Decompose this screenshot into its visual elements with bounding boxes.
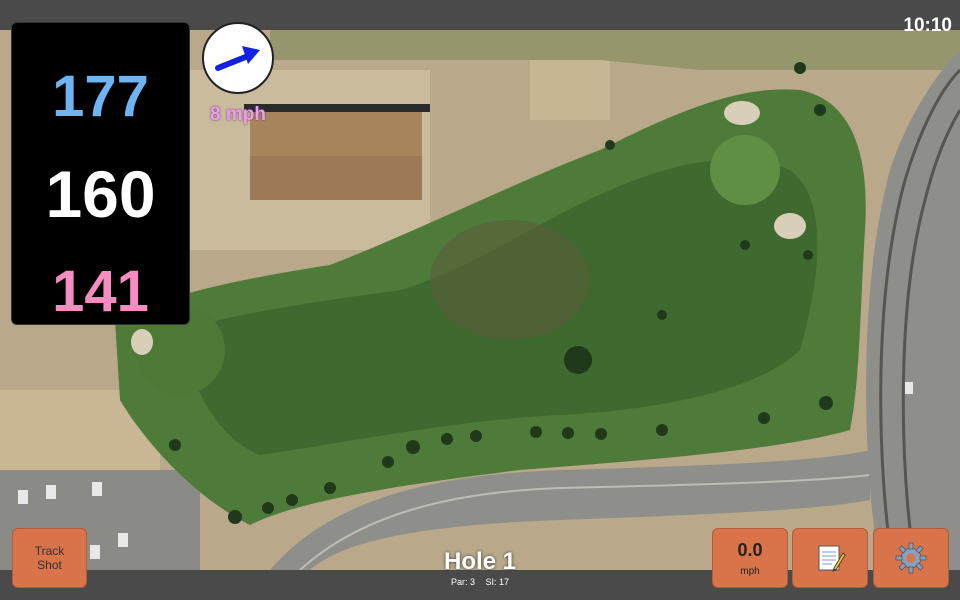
front-distance: 141 xyxy=(52,259,149,324)
hole-par: Par: 3 xyxy=(450,577,475,587)
wind-indicator xyxy=(202,22,274,94)
clock: 10:10 xyxy=(903,15,952,36)
track-shot-button[interactable]: Track Shot xyxy=(12,528,87,588)
middle-distance: 160 xyxy=(45,157,156,231)
scorecard-notes-icon xyxy=(818,545,846,572)
hole-title: Hole 1 xyxy=(443,548,517,575)
hole-info: Par: 3 SI: 17 xyxy=(380,577,580,587)
speed-button[interactable]: 0.0 mph xyxy=(712,528,788,588)
track-shot-label: Track Shot xyxy=(34,544,65,572)
distance-panel: 177 160 141 xyxy=(11,22,190,325)
back-distance: 177 xyxy=(52,64,149,129)
gear-icon xyxy=(895,542,927,574)
wind-speed-label: 8 mph xyxy=(210,104,266,125)
scorecard-button[interactable] xyxy=(792,528,868,588)
speed-value: 0.0 xyxy=(737,539,763,560)
hole-stroke-index: SI: 17 xyxy=(485,577,510,587)
speed-unit: mph xyxy=(740,565,760,577)
settings-button[interactable] xyxy=(873,528,949,588)
wind-arrow-icon xyxy=(215,46,260,71)
